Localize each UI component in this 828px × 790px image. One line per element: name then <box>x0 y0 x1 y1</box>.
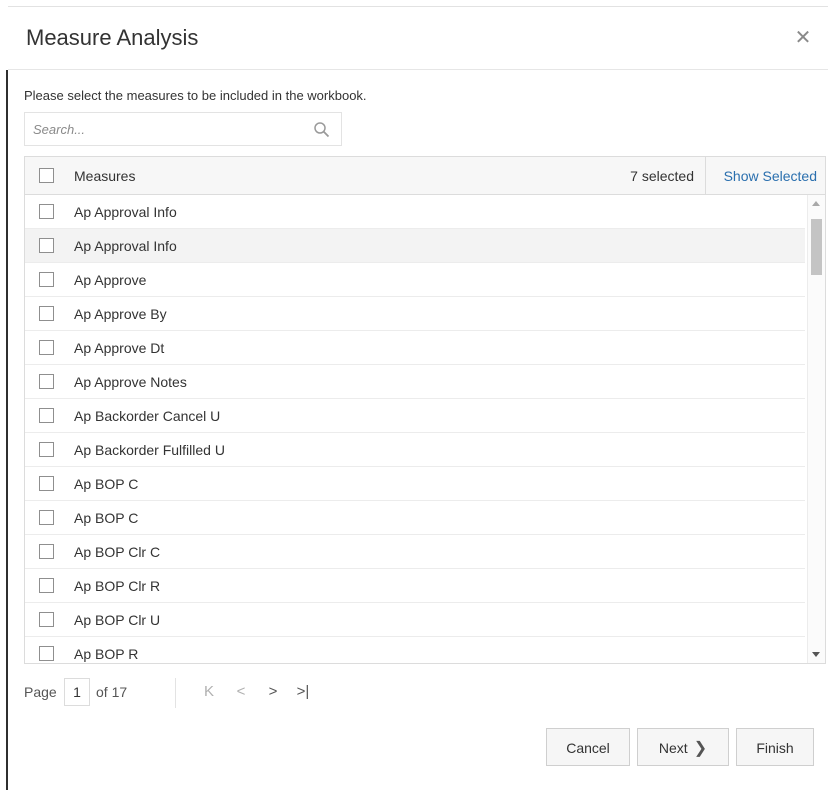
row-label: Ap Backorder Fulfilled U <box>74 442 225 458</box>
pager-divider <box>175 678 176 708</box>
scroll-up-icon[interactable] <box>812 201 820 206</box>
table-row[interactable]: Ap Backorder Cancel U <box>25 399 805 433</box>
pagination: Page 1 of 17 K < > >| <box>24 678 444 708</box>
chevron-right-icon: ❯ <box>693 740 708 757</box>
table-row[interactable]: Ap Backorder Fulfilled U <box>25 433 805 467</box>
dialog-header: Measure Analysis ✕ <box>8 6 828 70</box>
row-label: Ap BOP R <box>74 646 139 662</box>
row-label: Ap Approve By <box>74 306 167 322</box>
search-input[interactable] <box>25 113 321 145</box>
row-label: Ap Approval Info <box>74 238 177 254</box>
table-row[interactable]: Ap BOP Clr C <box>25 535 805 569</box>
page-number-input[interactable]: 1 <box>64 678 90 706</box>
first-page-icon[interactable]: K <box>200 682 218 702</box>
row-checkbox[interactable] <box>39 340 54 355</box>
row-label: Ap Backorder Cancel U <box>74 408 221 424</box>
row-checkbox[interactable] <box>39 306 54 321</box>
finish-button[interactable]: Finish <box>736 728 814 766</box>
table-row[interactable]: Ap Approve By <box>25 297 805 331</box>
row-label: Ap Approval Info <box>74 204 177 220</box>
row-checkbox[interactable] <box>39 204 54 219</box>
selected-count: 7 selected <box>630 168 694 184</box>
row-label: Ap BOP C <box>74 510 139 526</box>
row-checkbox[interactable] <box>39 408 54 423</box>
table-row[interactable]: Ap BOP Clr U <box>25 603 805 637</box>
column-header-measures: Measures <box>74 168 136 184</box>
dialog-title: Measure Analysis <box>26 25 199 50</box>
prev-page-icon[interactable]: < <box>232 682 250 702</box>
next-button[interactable]: Next ❯ <box>637 728 729 766</box>
row-label: Ap BOP C <box>74 476 139 492</box>
measures-table: Measures 7 selected Show Selected Ap App… <box>24 156 826 664</box>
table-row[interactable]: Ap BOP R <box>25 637 805 663</box>
row-checkbox[interactable] <box>39 238 54 253</box>
measure-analysis-dialog: Measure Analysis ✕ Please select the mea… <box>8 6 828 790</box>
instruction-text: Please select the measures to be include… <box>24 88 367 103</box>
row-label: Ap BOP Clr C <box>74 544 161 560</box>
table-row[interactable]: Ap Approve Dt <box>25 331 805 365</box>
table-row[interactable]: Ap Approval Info <box>25 195 805 229</box>
row-checkbox[interactable] <box>39 646 54 661</box>
header-divider <box>705 157 706 194</box>
search-box <box>24 112 342 146</box>
row-checkbox[interactable] <box>39 578 54 593</box>
next-button-label: Next <box>658 740 688 756</box>
table-header: Measures 7 selected Show Selected <box>25 157 825 195</box>
table-body: Ap Approval Info Ap Approval Info Ap App… <box>25 195 805 663</box>
row-label: Ap Approve Notes <box>74 374 187 390</box>
row-label: Ap Approve <box>74 272 147 288</box>
table-row[interactable]: Ap BOP C <box>25 467 805 501</box>
show-selected-link[interactable]: Show Selected <box>724 168 817 184</box>
page-total: of 17 <box>96 684 128 700</box>
row-checkbox[interactable] <box>39 544 54 559</box>
table-row[interactable]: Ap BOP Clr R <box>25 569 805 603</box>
close-icon[interactable]: ✕ <box>792 27 814 49</box>
last-page-icon[interactable]: >| <box>294 682 312 702</box>
next-page-icon[interactable]: > <box>264 682 282 702</box>
table-row[interactable]: Ap BOP C <box>25 501 805 535</box>
row-checkbox[interactable] <box>39 374 54 389</box>
row-checkbox[interactable] <box>39 476 54 491</box>
vertical-scrollbar[interactable] <box>807 195 825 663</box>
search-icon[interactable] <box>313 121 331 139</box>
cancel-button[interactable]: Cancel <box>546 728 630 766</box>
select-all-checkbox[interactable] <box>39 168 54 183</box>
row-checkbox[interactable] <box>39 272 54 287</box>
row-checkbox[interactable] <box>39 612 54 627</box>
page-label: Page <box>24 684 57 700</box>
row-checkbox[interactable] <box>39 442 54 457</box>
table-row[interactable]: Ap Approve Notes <box>25 365 805 399</box>
row-label: Ap BOP Clr R <box>74 578 161 594</box>
row-label: Ap Approve Dt <box>74 340 165 356</box>
scroll-thumb[interactable] <box>811 219 822 275</box>
row-label: Ap BOP Clr U <box>74 612 161 628</box>
scroll-down-icon[interactable] <box>812 652 820 657</box>
row-checkbox[interactable] <box>39 510 54 525</box>
table-row[interactable]: Ap Approval Info <box>25 229 805 263</box>
table-row[interactable]: Ap Approve <box>25 263 805 297</box>
